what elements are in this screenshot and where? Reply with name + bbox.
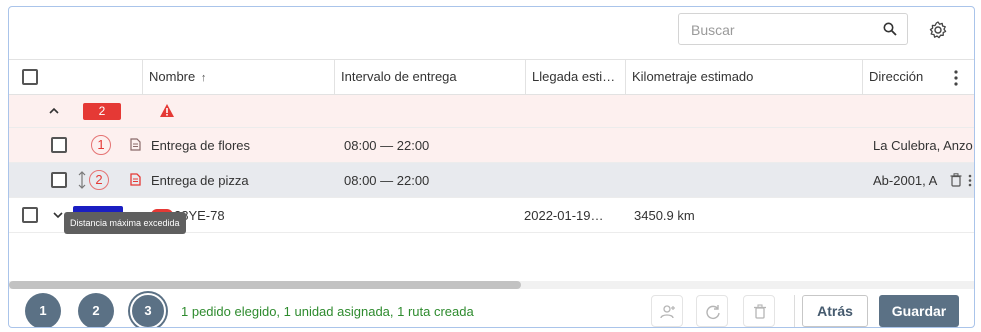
refresh-icon — [706, 305, 720, 319]
step-2[interactable]: 2 — [78, 293, 114, 327]
drag-handle-icon[interactable] — [78, 171, 86, 189]
cell-nombre: Entrega de flores — [151, 137, 251, 153]
gear-icon[interactable] — [928, 20, 948, 40]
cell-direccion: Ab-2001, A — [873, 172, 938, 188]
orders-panel: Buscar Nombre ↑ Intervalo de entrega Lle… — [8, 6, 975, 328]
horizontal-scrollbar-thumb[interactable] — [9, 281, 521, 289]
group-count-badge: 2 — [83, 103, 121, 120]
header-nombre-label: Nombre — [149, 69, 196, 84]
cell-llegada: 2022-01-19… — [524, 207, 604, 223]
cell-intervalo: 08:00 — 22:00 — [344, 172, 430, 188]
save-button[interactable]: Guardar — [879, 295, 959, 327]
header-kilometraje-label: Kilometraje estimado — [632, 69, 754, 84]
chevron-up-icon[interactable] — [49, 107, 59, 115]
warning-icon — [160, 104, 174, 117]
select-all-checkbox[interactable] — [22, 69, 38, 85]
trash-icon[interactable] — [950, 173, 962, 187]
cell-intervalo: 08:00 — 22:00 — [344, 137, 430, 153]
document-icon — [130, 138, 141, 151]
order-index-badge: 1 — [91, 135, 111, 155]
cell-nombre: Entrega de pizza — [151, 172, 249, 188]
column-menu-icon[interactable] — [954, 69, 958, 87]
refresh-button[interactable] — [696, 295, 728, 327]
search-placeholder: Buscar — [691, 22, 735, 38]
toolbar-divider — [794, 295, 795, 327]
order-index-badge: 2 — [89, 170, 109, 190]
header-nombre[interactable]: Nombre ↑ — [143, 60, 335, 94]
table-row[interactable]: 2 Entrega de pizza 08:00 — 22:00 Ab-2001… — [9, 163, 974, 198]
header-llegada-label: Llegada esti… — [532, 69, 616, 84]
trash-icon — [754, 304, 766, 319]
table-header: Nombre ↑ Intervalo de entrega Llegada es… — [9, 59, 974, 95]
sort-asc-icon: ↑ — [200, 72, 207, 84]
back-button[interactable]: Atrás — [802, 295, 868, 327]
cell-direccion: La Culebra, Anzo — [873, 137, 973, 153]
table-row[interactable]: 1 Entrega de flores 08:00 — 22:00 La Cul… — [9, 128, 974, 163]
person-add-icon — [660, 305, 675, 319]
tooltip: Distancia máxima excedida — [64, 212, 186, 234]
header-direccion[interactable]: Dirección — [863, 60, 974, 94]
status-text: 1 pedido elegido, 1 unidad asignada, 1 r… — [181, 304, 474, 319]
chevron-down-icon[interactable] — [53, 212, 63, 219]
assign-driver-button[interactable] — [651, 295, 683, 327]
step-1[interactable]: 1 — [25, 293, 61, 327]
header-llegada[interactable]: Llegada esti… — [526, 60, 626, 94]
header-direccion-label: Dirección — [869, 69, 924, 84]
header-kilometraje[interactable]: Kilometraje estimado — [626, 60, 863, 94]
group-row[interactable]: 2 — [9, 95, 974, 128]
header-intervalo[interactable]: Intervalo de entrega — [335, 60, 526, 94]
row-checkbox[interactable] — [51, 172, 67, 188]
header-intervalo-label: Intervalo de entrega — [341, 69, 457, 84]
row-checkbox[interactable] — [51, 137, 67, 153]
step-3[interactable]: 3 — [130, 293, 166, 327]
route-checkbox[interactable] — [22, 207, 38, 223]
search-icon[interactable] — [883, 22, 897, 36]
delete-button[interactable] — [743, 295, 775, 327]
document-error-icon — [130, 173, 141, 186]
cell-kilometraje: 3450.9 km — [634, 207, 695, 223]
search-input[interactable]: Buscar — [678, 13, 908, 45]
row-menu-icon[interactable] — [968, 174, 972, 187]
header-select-col — [9, 60, 143, 94]
